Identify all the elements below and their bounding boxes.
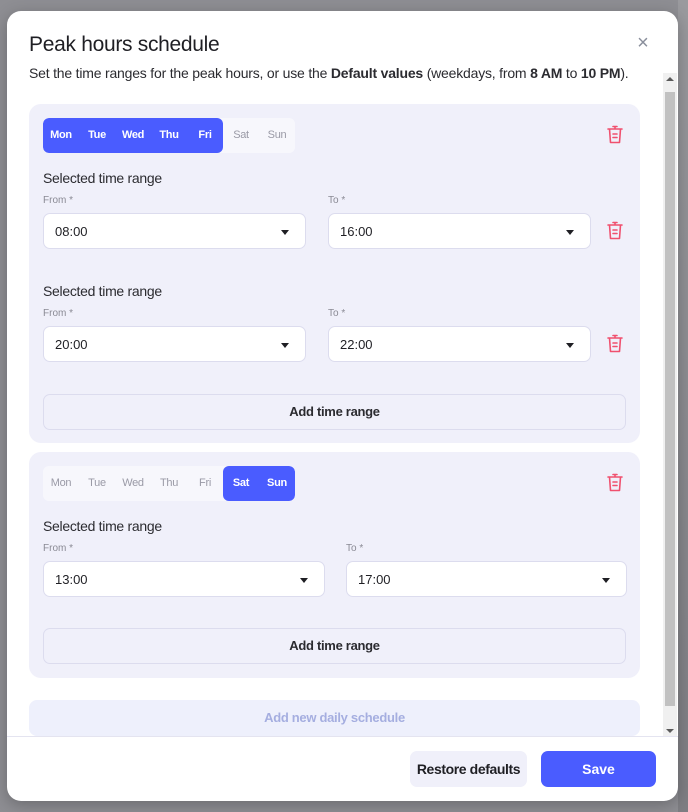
day-fri[interactable]: Fri [187,118,223,153]
day-mon[interactable]: Mon [43,466,79,501]
subtitle-text: ). [620,65,629,81]
from-time-value: 20:00 [55,337,88,352]
footer-divider [7,736,678,737]
delete-schedule-trash-icon[interactable] [606,125,624,145]
subtitle-text: Set the time ranges for the peak hours, … [29,65,331,81]
from-time-select[interactable]: 20:00 [43,326,306,362]
subtitle-default-values: Default values [330,65,423,81]
subtitle-end-time: 10 PM [580,65,621,81]
chevron-down-icon [281,343,289,348]
to-time-select[interactable]: 17:00 [346,561,627,597]
delete-schedule-trash-icon[interactable] [606,473,624,493]
chevron-down-icon [281,230,289,235]
scroll-down-icon[interactable] [666,729,674,733]
day-wed[interactable]: Wed [115,118,151,153]
from-time-select[interactable]: 08:00 [43,213,306,249]
delete-range-trash-icon[interactable] [606,334,624,354]
add-time-range-button[interactable]: Add time range [43,394,626,430]
dialog-title: Peak hours schedule [29,33,220,56]
to-time-value: 16:00 [340,224,373,239]
day-tue[interactable]: Tue [79,466,115,501]
save-button[interactable]: Save [541,751,656,787]
range-title: Selected time range [43,518,162,534]
to-time-value: 22:00 [340,337,373,352]
to-label: To * [328,308,346,319]
add-daily-schedule-button[interactable]: Add new daily schedule [29,700,640,736]
delete-range-trash-icon[interactable] [606,221,624,241]
peak-hours-dialog: Peak hours schedule × Set the time range… [7,11,678,801]
day-fri[interactable]: Fri [187,466,223,501]
day-thu[interactable]: Thu [151,118,187,153]
day-sun[interactable]: Sun [259,118,295,153]
to-time-select[interactable]: 22:00 [328,326,591,362]
close-icon[interactable]: × [633,33,653,53]
backdrop [678,0,688,812]
add-time-range-button[interactable]: Add time range [43,628,626,664]
day-thu[interactable]: Thu [151,466,187,501]
scrollbar-thumb[interactable] [665,92,675,706]
chevron-down-icon [300,578,308,583]
from-label: From * [43,195,73,206]
subtitle-start-time: 8 AM [530,65,563,81]
subtitle-text: (weekdays, from [423,65,531,81]
to-time-select[interactable]: 16:00 [328,213,591,249]
restore-defaults-button[interactable]: Restore defaults [410,751,527,787]
from-time-value: 13:00 [55,572,88,587]
from-label: From * [43,543,73,554]
subtitle-text: to [562,65,581,81]
day-tue[interactable]: Tue [79,118,115,153]
from-time-value: 08:00 [55,224,88,239]
from-label: From * [43,308,73,319]
to-label: To * [346,543,364,554]
day-sat[interactable]: Sat [223,118,259,153]
day-sat[interactable]: Sat [223,466,259,501]
from-time-select[interactable]: 13:00 [43,561,325,597]
scrollbar[interactable] [663,73,677,737]
to-label: To * [328,195,346,206]
day-selector: Mon Tue Wed Thu Fri Sat Sun [43,466,295,501]
range-title: Selected time range [43,283,162,299]
day-wed[interactable]: Wed [115,466,151,501]
schedule-card-weekend: Mon Tue Wed Thu Fri Sat Sun Selected tim… [29,452,640,678]
dialog-subtitle: Set the time ranges for the peak hours, … [29,65,629,81]
chevron-down-icon [602,578,610,583]
day-sun[interactable]: Sun [259,466,295,501]
schedule-card-weekdays: Mon Tue Wed Thu Fri Sat Sun Selected tim… [29,104,640,443]
day-selector: Mon Tue Wed Thu Fri Sat Sun [43,118,295,153]
to-time-value: 17:00 [358,572,391,587]
chevron-down-icon [566,230,574,235]
day-mon[interactable]: Mon [43,118,79,153]
range-title: Selected time range [43,170,162,186]
chevron-down-icon [566,343,574,348]
scroll-up-icon[interactable] [666,77,674,81]
